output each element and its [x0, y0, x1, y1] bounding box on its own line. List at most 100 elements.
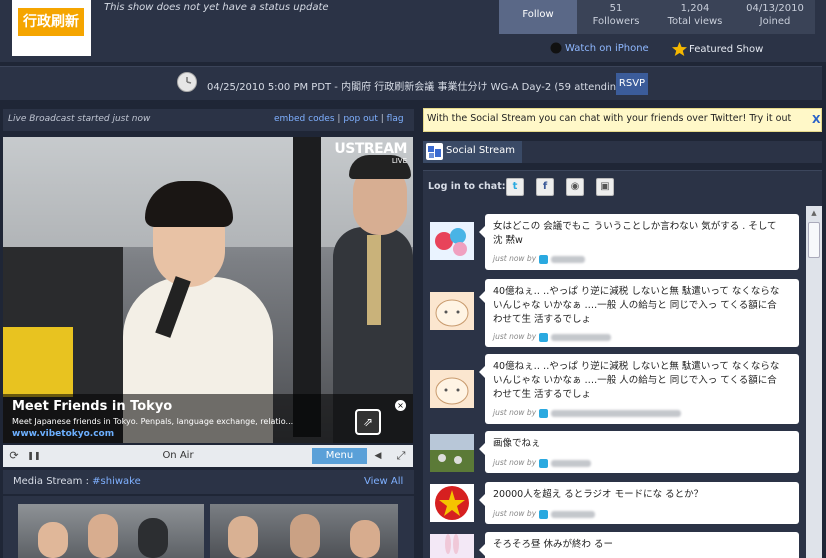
chat-message-time: just now by	[493, 332, 537, 341]
chat-message-meta: just now by	[493, 408, 682, 418]
flag-link[interactable]: flag	[387, 114, 404, 124]
chat-message-time: just now by	[493, 509, 537, 518]
chat-message-time: just now by	[493, 408, 537, 417]
fullscreen-icon[interactable]: ⤢	[392, 446, 410, 466]
chat-username[interactable]	[551, 255, 586, 263]
scroll-up-icon[interactable]: ▲	[808, 208, 820, 218]
video-stand	[293, 137, 321, 437]
embed-codes-link[interactable]: embed codes	[274, 114, 335, 124]
chat-avatar[interactable]	[430, 534, 474, 558]
featured-show-link[interactable]: Featured Show	[672, 42, 763, 56]
star-icon	[672, 42, 687, 56]
joined-date: 04/13/2010	[746, 3, 804, 14]
watch-on-iphone-link[interactable]: Watch on iPhone	[550, 42, 649, 54]
ad-url-link[interactable]: www.vibetokyo.com	[12, 429, 114, 439]
featured-label: Featured Show	[689, 44, 764, 55]
twitter-icon	[539, 509, 549, 519]
pop-out-link[interactable]: pop out	[343, 114, 378, 124]
video-man-tie	[367, 235, 381, 325]
chat-message-text: そろそろ昼 休みが終わ るー	[493, 539, 614, 550]
media-stream-tag[interactable]: #shiwake	[92, 476, 141, 487]
chat-message-meta: just now by	[493, 254, 586, 264]
chat-username[interactable]	[551, 510, 596, 518]
follow-button[interactable]: Follow	[499, 0, 577, 34]
status-update-text: This show does not yet have a status upd…	[104, 2, 329, 13]
chat-message-text: 20000人を超え るとラジオ モードにな るとか？	[493, 489, 704, 500]
logo-text: 行政刷新	[18, 8, 84, 36]
view-all-link[interactable]: View All	[364, 476, 403, 487]
chat-username[interactable]	[551, 459, 592, 467]
chat-message-meta: just now by	[493, 458, 592, 468]
chat-message: 40億ねぇ‥ ‥やっぱ り逆に減税 しないと無 駄遣いって なくならないんじゃな…	[479, 279, 799, 347]
followers-stat[interactable]: 51 Followers	[581, 2, 651, 28]
social-stream-label[interactable]: Social Stream	[446, 145, 515, 156]
clock-icon	[177, 72, 197, 92]
chat-message: そろそろ昼 休みが終わ るー	[479, 532, 799, 558]
twitter-icon	[539, 332, 549, 342]
chat-avatar[interactable]	[430, 484, 474, 522]
refresh-icon[interactable]: ⟳	[5, 446, 23, 466]
iphone-icon	[550, 42, 562, 54]
chat-message: 20000人を超え るとラジオ モードにな るとか？ just now by	[479, 482, 799, 524]
video-yellow-seat	[3, 327, 73, 397]
live-status-text: Live Broadcast started just now	[8, 114, 151, 124]
twitter-banner-close[interactable]: X	[812, 113, 820, 126]
chat-message: 女はどこの 会議でもこ ういうことしか言わない 気がする . そして沈 黙w j…	[479, 214, 799, 270]
twitter-banner-text: With the Social Stream you can chat with…	[427, 113, 792, 124]
chat-message-text: 40億ねぇ‥ ‥やっぱ り逆に減税 しないと無 駄遣いって なくならないんじゃな…	[493, 361, 780, 400]
media-stream-label: Media Stream :	[13, 476, 89, 487]
chat-username[interactable]	[551, 333, 612, 341]
aim-login-icon[interactable]: ▣	[596, 178, 614, 196]
chat-message-time: just now by	[493, 254, 537, 263]
watch-label: Watch on iPhone	[565, 43, 649, 54]
ustream-logo: USTREAM	[334, 141, 407, 157]
twitter-icon	[539, 458, 549, 468]
player-menu-button[interactable]: Menu	[312, 448, 367, 464]
ad-title[interactable]: Meet Friends in Tokyo	[12, 399, 172, 414]
chat-avatar[interactable]	[430, 292, 474, 330]
on-air-status: On Air	[162, 450, 194, 461]
joined-stat: 04/13/2010 Joined	[740, 2, 810, 28]
video-links: embed codes | pop out | flag	[274, 114, 404, 124]
chat-message-time: just now by	[493, 458, 537, 467]
chat-message-text: 画像でねぇ	[493, 438, 541, 449]
media-stream-title: Media Stream : #shiwake	[13, 476, 141, 487]
twitter-icon	[539, 408, 549, 418]
ad-close-icon[interactable]: ×	[395, 400, 406, 411]
twitter-login-icon[interactable]: t	[506, 178, 524, 196]
chat-message-text: 40億ねぇ‥ ‥やっぱ り逆に減税 しないと無 駄遣いって なくならないんじゃな…	[493, 286, 780, 325]
ad-description: Meet Japanese friends in Tokyo. Penpals,…	[12, 417, 294, 426]
ad-popout-icon[interactable]: ⇗	[355, 409, 381, 435]
myspace-login-icon[interactable]: ◉	[566, 178, 584, 196]
chat-message-text: 女はどこの 会議でもこ ういうことしか言わない 気がする . そして沈 黙w	[493, 221, 777, 246]
views-stat: 1,204 Total views	[660, 2, 730, 28]
joined-label: Joined	[759, 16, 791, 27]
event-datetime: 04/25/2010 5:00 PM PDT - 内閣府 行政刷新会議 事業仕分…	[207, 82, 627, 93]
chat-message: 画像でねぇ just now by	[479, 431, 799, 473]
live-badge: LIVE	[391, 157, 407, 165]
volume-icon[interactable]: ◀	[370, 446, 386, 466]
social-stream-icon	[426, 143, 443, 160]
show-logo[interactable]: 行政刷新	[12, 0, 91, 56]
login-label: Log in to chat:	[428, 181, 506, 192]
rsvp-button[interactable]: RSVP	[616, 73, 648, 95]
pause-icon[interactable]: ❚❚	[25, 446, 43, 466]
facebook-login-icon[interactable]: f	[536, 178, 554, 196]
scroll-thumb[interactable]	[808, 222, 820, 258]
chat-avatar[interactable]	[430, 370, 474, 408]
media-thumbnail[interactable]	[18, 504, 204, 558]
media-thumbnail[interactable]	[210, 504, 398, 558]
views-count: 1,204	[680, 3, 710, 14]
link-separator: |	[380, 114, 384, 124]
twitter-icon	[539, 254, 549, 264]
chat-message-meta: just now by	[493, 509, 596, 519]
chat-username[interactable]	[551, 409, 682, 417]
chat-avatar[interactable]	[430, 434, 474, 472]
chat-message: 40億ねぇ‥ ‥やっぱ り逆に減税 しないと無 駄遣いって なくならないんじゃな…	[479, 354, 799, 424]
views-label: Total views	[667, 16, 723, 27]
followers-count: 51	[609, 3, 623, 14]
chat-avatar[interactable]	[430, 222, 474, 260]
chat-message-meta: just now by	[493, 332, 612, 342]
chat-scrollbar[interactable]	[806, 206, 822, 558]
followers-label: Followers	[592, 16, 640, 27]
